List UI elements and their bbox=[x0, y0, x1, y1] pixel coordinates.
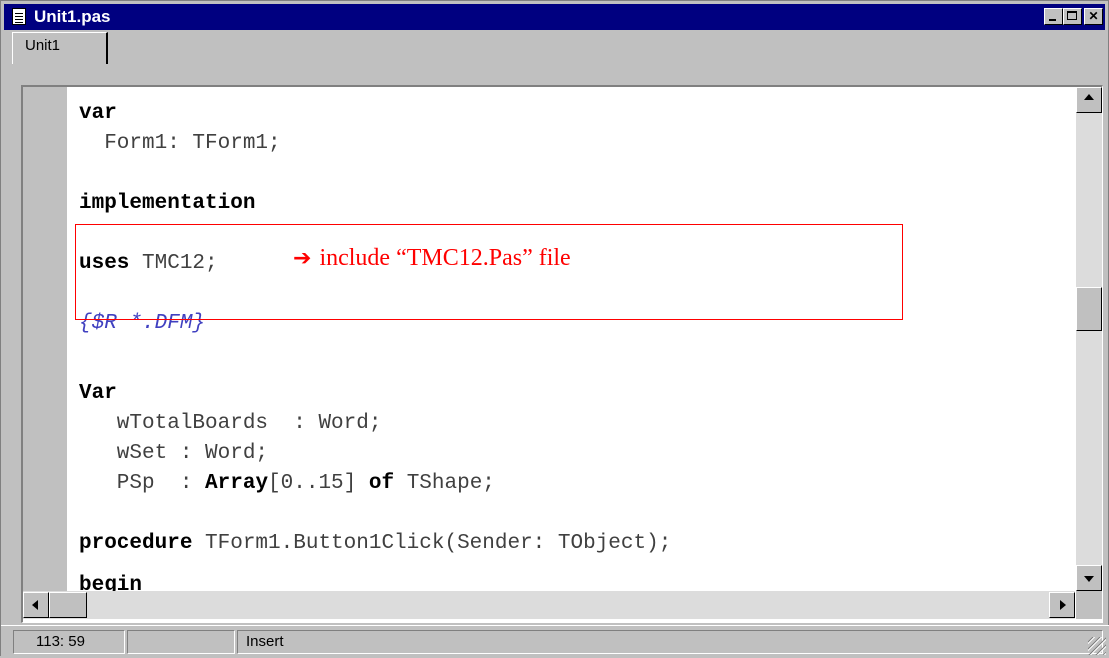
scroll-down-button[interactable] bbox=[1076, 565, 1102, 591]
scrollbar-corner bbox=[1076, 591, 1102, 619]
scroll-left-button[interactable] bbox=[23, 592, 49, 618]
keyword: implementation bbox=[79, 192, 256, 215]
code-line: procedure TForm1.Button1Click(Sender: TO… bbox=[79, 531, 671, 557]
maximize-button[interactable] bbox=[1063, 8, 1082, 25]
keyword: Array bbox=[205, 472, 269, 495]
close-button[interactable]: ✕ bbox=[1084, 8, 1103, 25]
tab-unit1[interactable]: Unit1 bbox=[12, 32, 108, 64]
minimize-icon bbox=[1049, 19, 1056, 21]
keyword: Var bbox=[79, 382, 117, 405]
editor-gutter bbox=[23, 87, 67, 591]
arrow-right-icon: ➔ bbox=[293, 246, 312, 271]
annotation-text: include “TMC12.Pas” file bbox=[319, 245, 571, 271]
code-line: Form1: TForm1; bbox=[79, 132, 281, 155]
minimize-button[interactable] bbox=[1044, 8, 1063, 25]
code-line: implementation bbox=[79, 191, 255, 217]
code-text: PSp : bbox=[79, 472, 206, 495]
code-line: wTotalBoards : Word; bbox=[79, 412, 382, 435]
keyword: var bbox=[79, 102, 117, 125]
arrow-right-icon bbox=[1060, 600, 1066, 610]
vertical-scroll-thumb[interactable] bbox=[1076, 287, 1102, 331]
annotation-label: ➔ include “TMC12.Pas” file bbox=[293, 243, 571, 274]
keyword: of bbox=[368, 472, 395, 495]
code-text: TShape; bbox=[394, 472, 495, 495]
code-line: var bbox=[79, 101, 117, 127]
arrow-down-icon bbox=[1084, 576, 1094, 582]
scroll-right-button[interactable] bbox=[1049, 592, 1075, 618]
code-line: begin bbox=[79, 573, 142, 591]
keyword: procedure bbox=[79, 532, 193, 555]
keyword: begin bbox=[79, 574, 143, 591]
window-title: Unit1.pas bbox=[34, 7, 111, 26]
cursor-position: 113: 59 bbox=[13, 630, 125, 654]
close-icon: ✕ bbox=[1088, 9, 1099, 23]
code-area[interactable]: var Form1: TForm1; implementation uses T… bbox=[79, 87, 1059, 591]
code-line: PSp : Array[0..15] of TShape; bbox=[79, 471, 495, 497]
scroll-up-button[interactable] bbox=[1076, 87, 1102, 113]
horizontal-scrollbar[interactable] bbox=[23, 591, 1075, 619]
code-text: [0..15] bbox=[268, 472, 369, 495]
code-text: TForm1.Button1Click(Sender: TObject); bbox=[192, 532, 672, 555]
status-bar: 113: 59 Insert bbox=[1, 625, 1109, 658]
modified-indicator bbox=[127, 630, 235, 654]
maximize-icon bbox=[1067, 11, 1077, 20]
arrow-left-icon bbox=[32, 600, 38, 610]
document-icon bbox=[12, 8, 26, 25]
horizontal-scroll-thumb[interactable] bbox=[49, 592, 87, 618]
editor-window: Unit1.pas ✕ Unit1 var Form1: TForm1; imp… bbox=[0, 0, 1109, 658]
title-bar[interactable]: Unit1.pas ✕ bbox=[4, 4, 1105, 30]
insert-mode-indicator: Insert bbox=[237, 630, 1103, 654]
resize-grip-icon[interactable] bbox=[1088, 637, 1106, 655]
code-line: wSet : Word; bbox=[79, 442, 269, 465]
arrow-up-icon bbox=[1084, 94, 1094, 100]
code-editor[interactable]: var Form1: TForm1; implementation uses T… bbox=[21, 85, 1103, 623]
tab-strip: Unit1 bbox=[4, 30, 1105, 64]
vertical-scrollbar[interactable] bbox=[1076, 87, 1102, 591]
code-line: Var bbox=[79, 381, 117, 407]
